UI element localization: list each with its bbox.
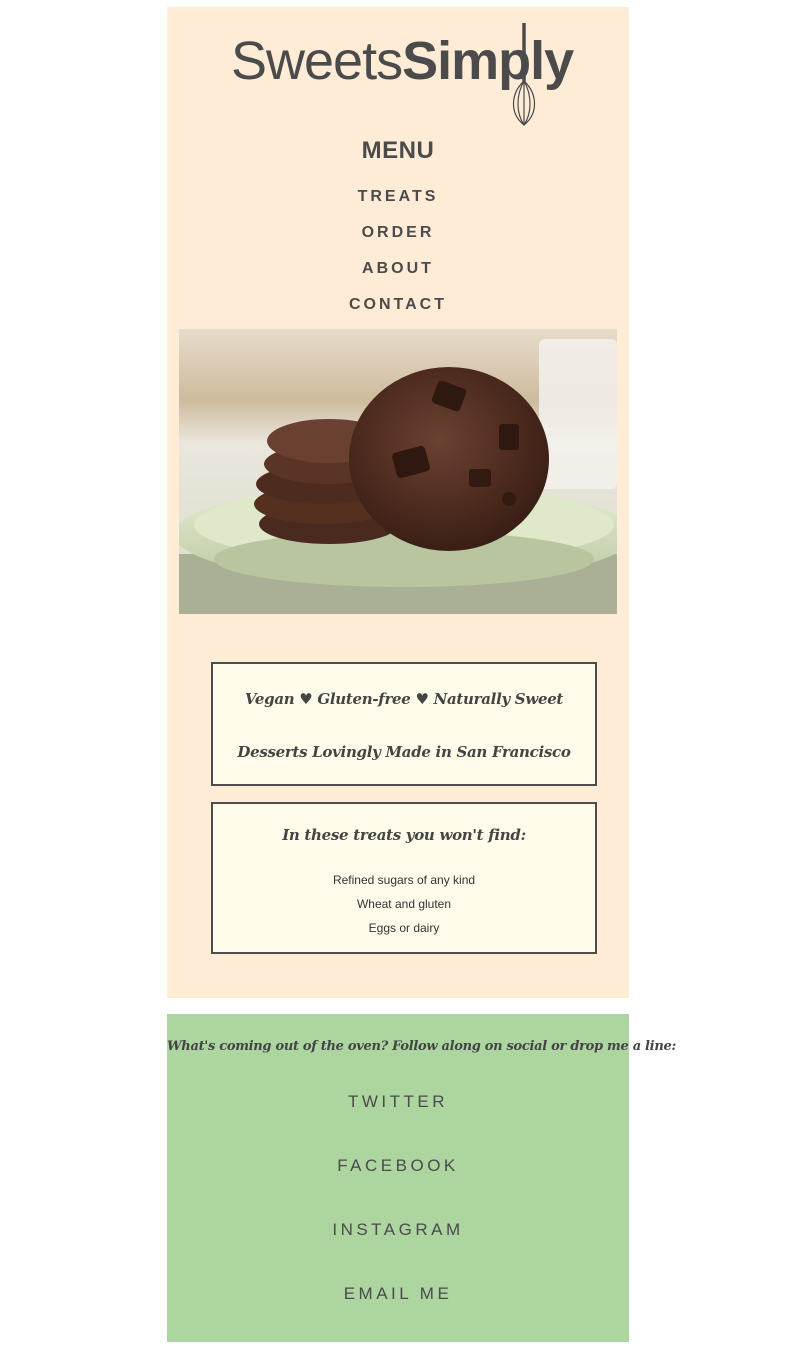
- facebook-link[interactable]: FACEBOOK: [337, 1156, 459, 1175]
- social-item-facebook: FACEBOOK: [167, 1154, 629, 1218]
- menu-title: MENU: [361, 137, 435, 164]
- tag-gluten-free: Gluten-free: [317, 690, 411, 708]
- social-item-instagram: INSTAGRAM: [167, 1218, 629, 1282]
- logo-word-light: Sweets: [231, 31, 403, 91]
- twitter-link[interactable]: TWITTER: [348, 1092, 448, 1111]
- tag-vegan: Vegan: [244, 690, 295, 708]
- nav-link-about[interactable]: ABOUT: [362, 260, 434, 277]
- heart-icon: ♥: [415, 690, 429, 708]
- free-from-heading: In these treats you won't find:: [282, 826, 526, 844]
- whisk-icon: [512, 23, 536, 127]
- social-item-email: EMAIL ME: [167, 1282, 629, 1346]
- nav-item-order: ORDER: [167, 221, 629, 257]
- nav-link-contact[interactable]: CONTACT: [349, 296, 447, 313]
- nav-item-treats: TREATS: [167, 185, 629, 221]
- social-item-twitter: TWITTER: [167, 1090, 629, 1154]
- main-nav: TREATS ORDER ABOUT CONTACT: [167, 185, 629, 329]
- nav-link-order[interactable]: ORDER: [362, 224, 435, 241]
- footer-tagline: What's coming out of the oven? Follow al…: [167, 1039, 676, 1054]
- site-logo[interactable]: SweetsSimply: [231, 21, 574, 131]
- footer: What's coming out of the oven? Follow al…: [167, 1014, 676, 1342]
- logo-word-bold: Simply: [402, 31, 574, 91]
- tagline-line1: Vegan ♥ Gluten-free ♥ Naturally Sweet: [213, 690, 595, 708]
- tagline-line2: Desserts Lovingly Made in San Francisco: [237, 743, 571, 761]
- nav-item-about: ABOUT: [167, 257, 629, 293]
- heart-icon: ♥: [299, 690, 313, 708]
- tag-naturally-sweet: Naturally Sweet: [433, 690, 564, 708]
- page: SweetsSimply MENU TREATS ORDER ABOUT CON…: [0, 0, 800, 1349]
- social-links: TWITTER FACEBOOK INSTAGRAM EMAIL ME: [167, 1090, 629, 1346]
- list-item: Wheat and gluten: [356, 897, 452, 911]
- tagline-box: Vegan ♥ Gluten-free ♥ Naturally Sweet De…: [211, 662, 597, 786]
- list-item: Eggs or dairy: [368, 921, 440, 935]
- nav-link-treats[interactable]: TREATS: [358, 188, 439, 205]
- free-from-box: In these treats you won't find: Refined …: [211, 802, 597, 954]
- main-card: SweetsSimply MENU TREATS ORDER ABOUT CON…: [167, 7, 629, 998]
- hero-cookie-image: [179, 329, 617, 614]
- cookie-illustration: [179, 329, 617, 614]
- list-item: Refined sugars of any kind: [332, 873, 476, 887]
- email-me-link[interactable]: EMAIL ME: [344, 1284, 453, 1303]
- instagram-link[interactable]: INSTAGRAM: [332, 1220, 463, 1239]
- nav-item-contact: CONTACT: [167, 293, 629, 329]
- free-from-list: Refined sugars of any kind Wheat and glu…: [213, 868, 595, 940]
